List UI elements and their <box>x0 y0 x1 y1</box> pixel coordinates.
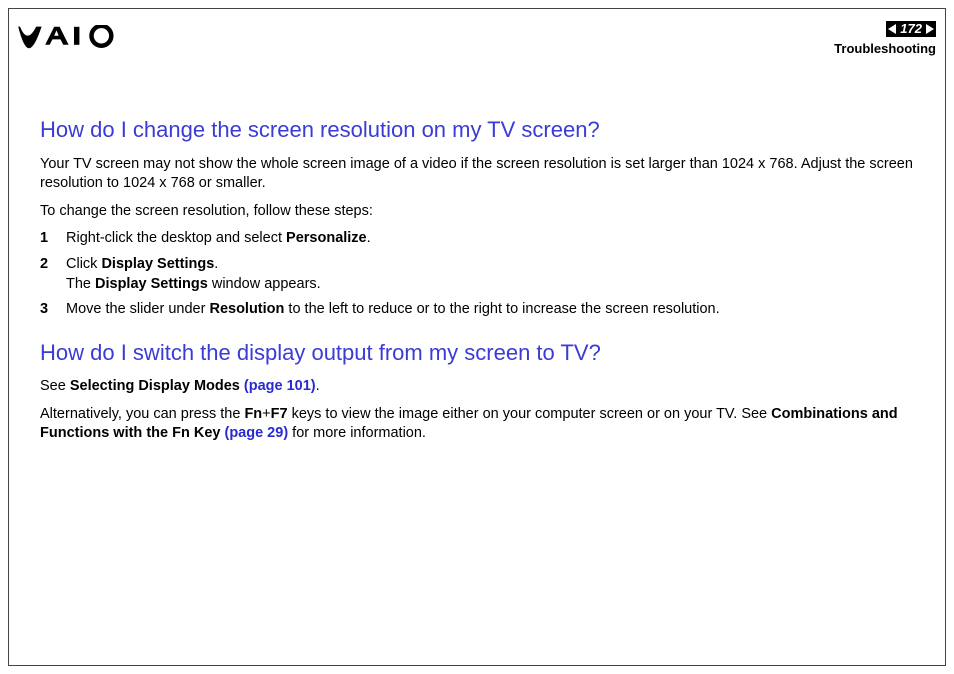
steps-list: 1 Right-click the desktop and select Per… <box>40 229 914 319</box>
step-number: 2 <box>40 255 66 294</box>
next-page-icon[interactable] <box>926 24 934 34</box>
step-body: Right-click the desktop and select Perso… <box>66 229 914 249</box>
step-2: 2 Click Display Settings. The Display Se… <box>40 255 914 294</box>
step-number: 1 <box>40 229 66 249</box>
page-101-link[interactable]: (page 101) <box>244 378 316 394</box>
page-header: 172 Troubleshooting <box>18 18 936 58</box>
section-name: Troubleshooting <box>834 41 936 56</box>
page-number-badge[interactable]: 172 <box>886 21 936 37</box>
step-body: Move the slider under Resolution to the … <box>66 300 914 320</box>
step-3: 3 Move the slider under Resolution to th… <box>40 300 914 320</box>
page-number: 172 <box>900 21 922 36</box>
steps-lead-in: To change the screen resolution, follow … <box>40 202 914 222</box>
see-reference-paragraph: See Selecting Display Modes (page 101). <box>40 377 914 397</box>
page-content: How do I change the screen resolution on… <box>40 115 914 452</box>
intro-paragraph: Your TV screen may not show the whole sc… <box>40 155 914 194</box>
step-number: 3 <box>40 300 66 320</box>
step-1: 1 Right-click the desktop and select Per… <box>40 229 914 249</box>
header-right: 172 Troubleshooting <box>834 21 936 56</box>
heading-screen-resolution: How do I change the screen resolution on… <box>40 115 914 145</box>
step-body: Click Display Settings. The Display Sett… <box>66 255 914 294</box>
vaio-logo-icon <box>18 25 128 51</box>
prev-page-icon[interactable] <box>888 24 896 34</box>
page-29-link[interactable]: (page 29) <box>224 425 288 441</box>
heading-switch-display: How do I switch the display output from … <box>40 338 914 368</box>
alternative-paragraph: Alternatively, you can press the Fn+F7 k… <box>40 405 914 444</box>
